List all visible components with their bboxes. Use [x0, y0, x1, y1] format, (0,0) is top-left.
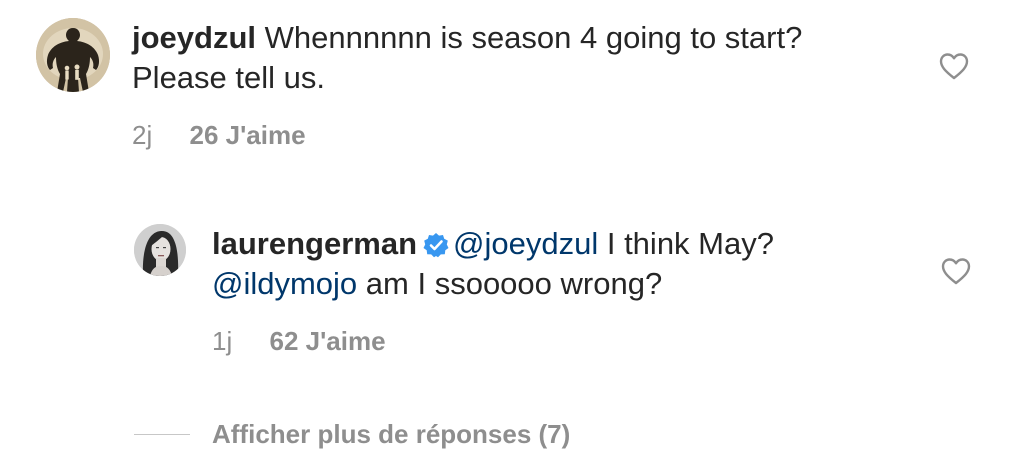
- likes-count[interactable]: 62 J'aime: [269, 326, 385, 356]
- avatar[interactable]: [36, 18, 110, 92]
- heart-icon[interactable]: [939, 52, 969, 80]
- comment-text: laurengerman @joeydzul I think May? @ild…: [212, 224, 912, 304]
- username[interactable]: joeydzul: [132, 20, 256, 55]
- divider-line: [134, 433, 190, 435]
- comment-body-part2: am I ssooooo wrong?: [357, 266, 663, 301]
- mention-joeydzul[interactable]: @joeydzul: [453, 226, 598, 261]
- heart-icon[interactable]: [941, 257, 971, 285]
- username[interactable]: laurengerman: [212, 226, 417, 261]
- view-more-replies-label: Afficher plus de réponses (7): [212, 418, 571, 449]
- comment-text: joeydzul Whennnnnn is season 4 going to …: [132, 18, 892, 98]
- view-more-replies-button[interactable]: Afficher plus de réponses (7): [134, 414, 570, 454]
- profile-photo-avatar-icon: [134, 224, 186, 276]
- verified-badge-icon: [423, 233, 449, 258]
- timestamp[interactable]: 1j: [212, 326, 232, 356]
- comment-body-part1: I think May?: [598, 226, 774, 261]
- likes-count[interactable]: 26 J'aime: [189, 120, 305, 150]
- timestamp[interactable]: 2j: [132, 120, 152, 150]
- comment-meta: 2j 26 J'aime: [132, 120, 306, 151]
- mention-ildymojo[interactable]: @ildymojo: [212, 266, 357, 301]
- comment-meta: 1j 62 J'aime: [212, 326, 386, 357]
- hulk-silhouette-avatar-icon: [36, 18, 110, 92]
- avatar[interactable]: [134, 224, 186, 276]
